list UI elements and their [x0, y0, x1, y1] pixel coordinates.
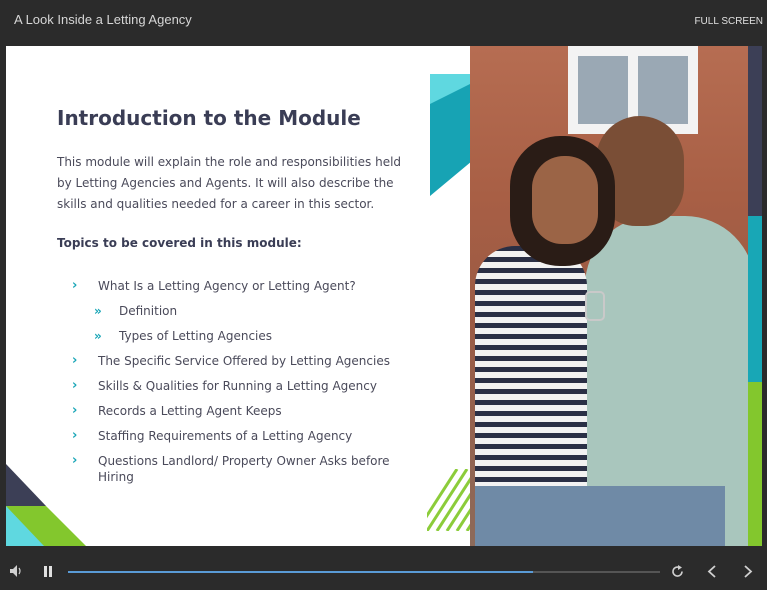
agenda-item-label: Types of Letting Agencies [119, 329, 273, 343]
double-chevron-right-icon: » [94, 304, 102, 318]
agenda-item-label: Staffing Requirements of a Letting Agenc… [98, 429, 353, 443]
agenda-item-label: Records a Letting Agent Keeps [98, 404, 282, 418]
fullscreen-button[interactable]: FULL SCREEN [694, 16, 763, 27]
seek-bar-progress [68, 571, 533, 573]
jeans [475, 486, 725, 546]
player-controls [0, 550, 767, 590]
replay-icon[interactable] [671, 565, 684, 578]
chevron-right-icon[interactable] [743, 565, 753, 578]
agenda-list: › What Is a Letting Agency or Letting Age… [72, 278, 412, 494]
edge-bar-green [748, 382, 762, 546]
agenda-item-label: The Specific Service Offered by Letting … [98, 354, 390, 368]
double-chevron-right-icon: » [94, 329, 102, 343]
course-title: A Look Inside a Letting Agency [14, 12, 192, 27]
agenda-subitem: » Types of Letting Agencies [72, 328, 412, 344]
agenda-item: › Records a Letting Agent Keeps [72, 403, 412, 419]
agenda-item-label: Skills & Qualities for Running a Letting… [98, 379, 377, 393]
agenda-item-label: Questions Landlord/ Property Owner Asks … [98, 454, 390, 484]
agenda-item: › What Is a Letting Agency or Letting Age… [72, 278, 412, 294]
edge-bar-navy [748, 46, 762, 216]
top-bar: A Look Inside a Letting Agency FULL SCRE… [0, 0, 767, 46]
chevron-right-icon: › [72, 378, 78, 393]
couple-photo [470, 46, 748, 546]
intro-paragraph: This module will explain the role and re… [57, 155, 402, 211]
chevron-right-icon: › [72, 428, 78, 443]
chevron-right-icon: › [72, 403, 78, 418]
woman-face [532, 156, 598, 244]
volume-icon[interactable] [10, 565, 24, 577]
agenda-item: › Staffing Requirements of a Letting Agen… [72, 428, 412, 444]
chevron-right-icon: › [72, 453, 78, 468]
chevron-left-icon[interactable] [707, 565, 717, 578]
edge-bar-teal [748, 216, 762, 382]
woman-figure [475, 246, 587, 516]
chevron-right-icon: › [72, 278, 78, 293]
seek-bar[interactable] [68, 571, 660, 573]
pause-icon[interactable] [43, 566, 53, 577]
agenda-item-label: Definition [119, 304, 178, 318]
slide: Introduction to the Module This module w… [6, 46, 762, 546]
agenda-item: › The Specific Service Offered by Letting… [72, 353, 412, 369]
agenda-subitem: » Definition [72, 303, 412, 319]
topics-heading: Topics to be covered in this module: [57, 236, 302, 250]
agenda-item: › Skills & Qualities for Running a Lettin… [72, 378, 412, 394]
chevron-right-icon: › [72, 353, 78, 368]
agenda-item: › Questions Landlord/ Property Owner Asks… [72, 453, 412, 485]
keys-icon [585, 291, 605, 321]
agenda-item-label: What Is a Letting Agency or Letting Agen… [98, 279, 356, 293]
slide-title: Introduction to the Module [57, 106, 361, 130]
